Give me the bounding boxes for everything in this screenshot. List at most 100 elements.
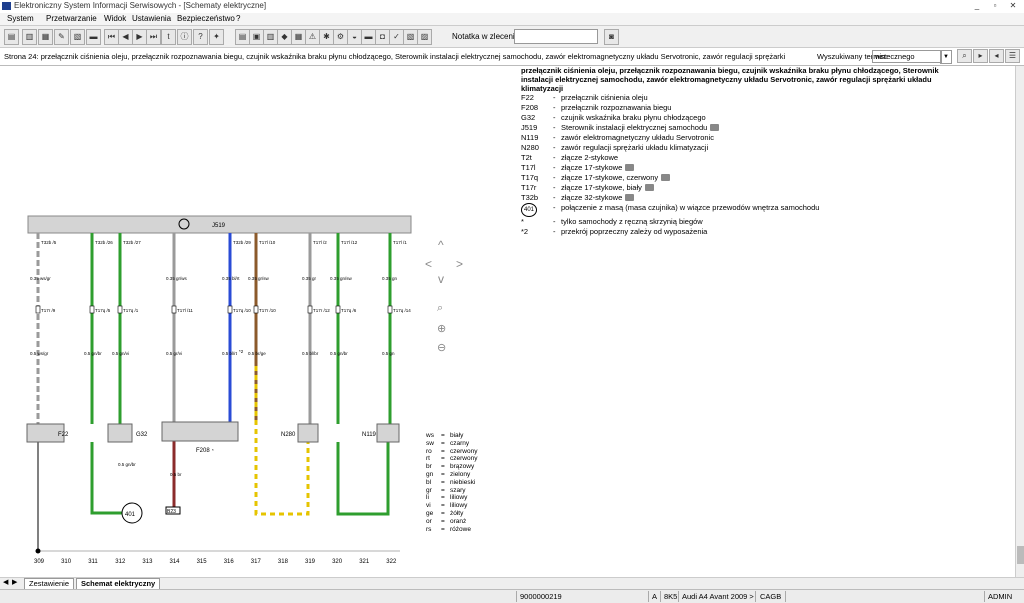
- search-prev-icon[interactable]: ◂: [989, 49, 1004, 63]
- note-icon[interactable]: ▨: [417, 29, 432, 45]
- goto-icon[interactable]: t: [161, 29, 176, 45]
- legend-desc: zawór elektromagnetyczny układu Servotro…: [561, 133, 714, 142]
- search-icon[interactable]: ⌕: [957, 49, 972, 63]
- color-code-row: or = oranż: [426, 517, 467, 525]
- menu-ustawienia[interactable]: Ustawienia: [132, 14, 171, 23]
- info-icon[interactable]: ⓘ: [177, 29, 192, 45]
- status-model: Audi A4 Avant 2009 >: [682, 592, 754, 601]
- legend-code: T17q: [521, 173, 539, 182]
- car-icon[interactable]: ▬: [86, 29, 101, 45]
- next-icon[interactable]: ▶: [132, 29, 147, 45]
- legend-code: *2: [521, 227, 529, 236]
- connector-pin: [117, 305, 123, 314]
- menu-help[interactable]: ?: [236, 14, 240, 23]
- oil-icon[interactable]: ◒: [347, 29, 362, 45]
- zoom-out-icon[interactable]: ⊖: [437, 341, 446, 354]
- color-code-row: ws = biały: [426, 432, 464, 439]
- tab-scroll-left-icon[interactable]: ◀: [3, 578, 8, 586]
- current-path-number: 321: [359, 559, 370, 565]
- page-icon[interactable]: ▣: [249, 29, 264, 45]
- search-input[interactable]: wstecznego: [872, 50, 942, 63]
- current-path-number: 313: [142, 559, 153, 565]
- zoom-icon[interactable]: ⌕: [437, 302, 443, 315]
- camera-icon[interactable]: [625, 194, 635, 201]
- book-icon[interactable]: ▥: [263, 29, 278, 45]
- pin-icon[interactable]: ✦: [209, 29, 224, 45]
- zoom-in-icon[interactable]: ⊕: [437, 322, 446, 335]
- wire-pin-top: T17l /10: [259, 240, 276, 245]
- color-code-row: li = liliowy: [426, 494, 468, 502]
- connector-pin: [227, 305, 233, 314]
- warning-icon[interactable]: ⚠: [305, 29, 320, 45]
- camera-icon[interactable]: [644, 184, 654, 191]
- legend-desc: przełącznik rozpoznawania biegu: [561, 103, 672, 112]
- current-path-number: 317: [251, 559, 262, 565]
- legend-desc: połączenie z masą (masa czujnika) w wiąz…: [561, 203, 820, 212]
- print-icon[interactable]: ▤: [4, 29, 19, 45]
- last-icon[interactable]: ⏭: [146, 29, 161, 45]
- current-path-number: 310: [61, 559, 72, 565]
- copy-icon[interactable]: ▦: [38, 29, 53, 45]
- title-bar: Elektroniczny System Informacji Serwisow…: [0, 0, 1024, 14]
- scroll-thumb[interactable]: [1017, 546, 1024, 564]
- car-diagram-icon[interactable]: ▬: [361, 29, 376, 45]
- form-icon[interactable]: ▧: [403, 29, 418, 45]
- edit-icon[interactable]: ✎: [54, 29, 69, 45]
- camera-icon[interactable]: [661, 174, 671, 181]
- current-path-number: 319: [305, 559, 316, 565]
- pan-right-icon[interactable]: >: [456, 257, 463, 271]
- calc-icon[interactable]: ▦: [291, 29, 306, 45]
- camera-icon[interactable]: ◙: [604, 29, 619, 45]
- wire-spec-bottom: 0.5 br/ge: [248, 351, 266, 356]
- tag-icon[interactable]: ◆: [277, 29, 292, 45]
- color-code-row: gr = szary: [426, 486, 466, 494]
- wrench-icon[interactable]: ⚙: [333, 29, 348, 45]
- menu-system[interactable]: System: [7, 14, 34, 23]
- legend-item: *2- przekrój poprzeczny zależy od wyposaż…: [521, 227, 708, 236]
- color-code-row: bl = niebieski: [426, 478, 476, 486]
- vertical-scrollbar[interactable]: [1015, 66, 1024, 577]
- maximize-button[interactable]: ▫: [988, 1, 1002, 11]
- help-icon[interactable]: ?: [193, 29, 208, 45]
- wire-spec-bottom: 0.5 gn: [382, 351, 395, 356]
- menu-bezpieczenstwo[interactable]: Bezpieczeństwo: [177, 14, 235, 23]
- legend-item: J519- Sterownik instalacji elektrycznej s…: [521, 123, 1011, 133]
- tab-scroll-right-icon[interactable]: ▶: [12, 578, 17, 586]
- wire-n119-loop: [336, 442, 390, 516]
- minimize-button[interactable]: _: [970, 1, 984, 11]
- camera-icon[interactable]: [625, 164, 635, 171]
- menu-przetwarzanie[interactable]: Przetwarzanie: [46, 14, 97, 23]
- legend-desc: zawór regulacji sprężarki układu klimaty…: [561, 143, 709, 152]
- current-path-number: 316: [224, 559, 235, 565]
- check-icon[interactable]: ✓: [389, 29, 404, 45]
- chevron-down-icon[interactable]: ▼: [940, 50, 952, 64]
- pan-up-icon[interactable]: ^: [438, 238, 444, 252]
- engine-icon[interactable]: ◘: [375, 29, 390, 45]
- notatka-field[interactable]: [514, 29, 598, 44]
- wire-spec-bottom: 0.5 bl/rt: [222, 351, 238, 356]
- search-options-icon[interactable]: ☰: [1005, 49, 1020, 63]
- schematic-view[interactable]: J519 T32b /5 0.35 ws/gr T17r /9 0.5 ws/gr T3…: [0, 66, 1015, 577]
- connector-pin: [307, 305, 313, 314]
- first-icon[interactable]: ⏮: [104, 29, 119, 45]
- close-button[interactable]: ✕: [1006, 1, 1020, 11]
- pan-down-icon[interactable]: v: [438, 272, 444, 286]
- wire-pin-top: T32b /26: [95, 240, 113, 245]
- wire-spec-top: 0.35 gr: [302, 276, 317, 281]
- pan-left-icon[interactable]: <: [425, 257, 432, 271]
- color-code-row: gn = zielony: [426, 470, 471, 478]
- menu-widok[interactable]: Widok: [104, 14, 126, 23]
- open-icon[interactable]: ▥: [22, 29, 37, 45]
- export-icon[interactable]: ▧: [70, 29, 85, 45]
- legend-item: G32- czujnik wskaźnika braku płynu chłodz…: [521, 113, 706, 122]
- doc-icon[interactable]: ▤: [235, 29, 250, 45]
- prev-icon[interactable]: ◀: [118, 29, 133, 45]
- app-icon: [2, 2, 11, 10]
- search-next-icon[interactable]: ▸: [973, 49, 988, 63]
- wire-connector: T17r /10: [259, 308, 276, 313]
- tools-icon[interactable]: ✱: [319, 29, 334, 45]
- ground-wire-spec: 0.5 br: [170, 472, 182, 477]
- camera-icon[interactable]: [710, 124, 720, 131]
- legend-code: T17l: [521, 163, 536, 172]
- toolbar: ▤ ▥ ▦ ✎ ▧ ▬ ⏮ ◀ ▶ ⏭ t ⓘ ? ✦ ▤ ▣ ▥ ◆ ▦ ⚠ …: [0, 26, 1024, 48]
